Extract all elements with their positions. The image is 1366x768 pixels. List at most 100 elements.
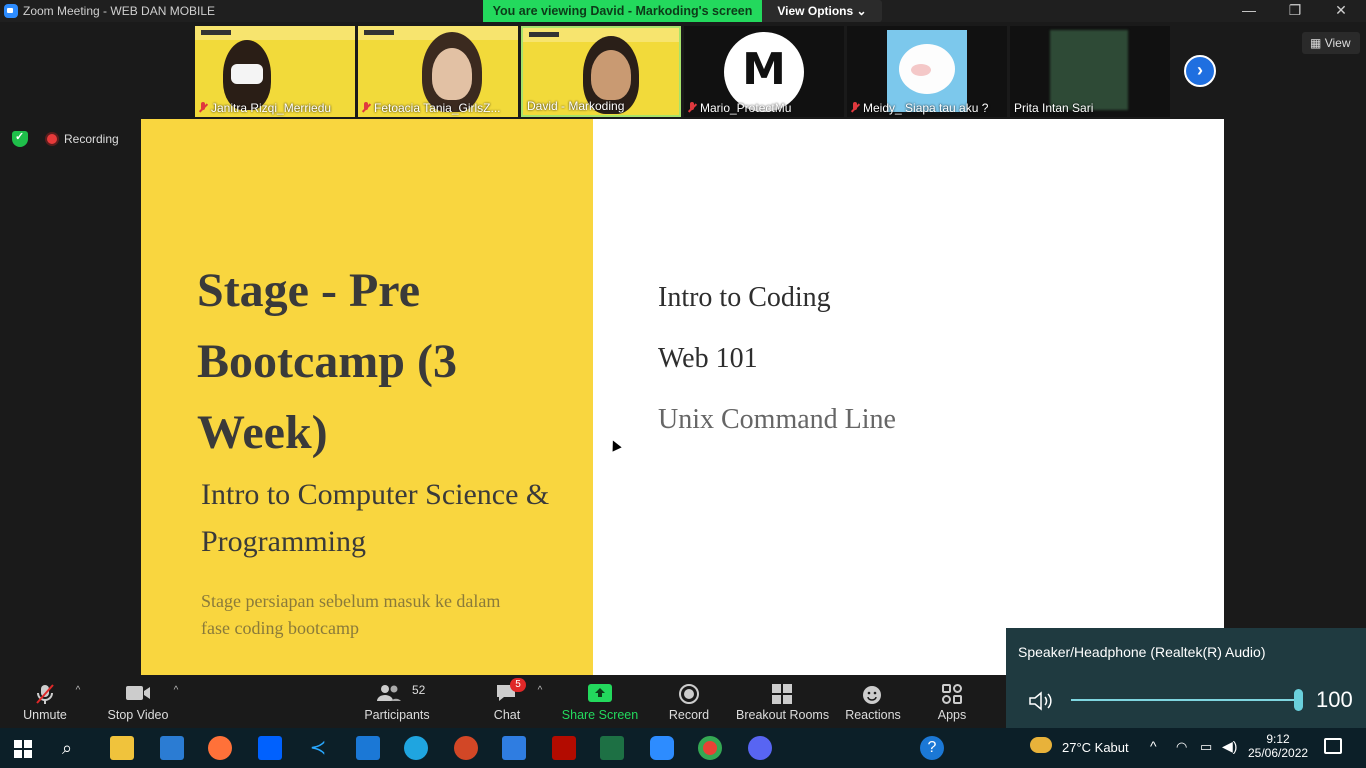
slide-left-panel: Stage - Pre Bootcamp (3 Week) Intro to C… xyxy=(141,119,593,675)
reactions-label: Reactions xyxy=(845,708,901,722)
close-icon[interactable]: ✕ xyxy=(1318,0,1364,22)
stop-video-button[interactable]: Stop Video xyxy=(100,675,176,728)
chevron-up-icon[interactable]: ^ xyxy=(1150,738,1157,754)
clock-date: 25/06/2022 xyxy=(1248,746,1309,760)
speaker-icon[interactable] xyxy=(1028,690,1056,712)
audio-device-label[interactable]: Speaker/Headphone (Realtek(R) Audio) xyxy=(1018,644,1265,660)
recording-dot-icon xyxy=(47,134,57,144)
video-banner xyxy=(195,26,355,40)
grid-icon: ▦ xyxy=(1310,36,1322,50)
participants-label: Participants xyxy=(364,708,430,722)
participant-tile[interactable]: M Mario_ProtectMu xyxy=(684,26,844,117)
edge-browser-icon[interactable] xyxy=(404,736,428,760)
mic-muted-icon xyxy=(36,684,54,704)
volume-flyout: Speaker/Headphone (Realtek(R) Audio) 100 xyxy=(1006,628,1366,728)
share-screen-button[interactable]: Share Screen xyxy=(560,675,640,728)
mouse-cursor-icon xyxy=(608,438,622,452)
participant-tile[interactable]: Janitra Rizqi_Merriedu xyxy=(195,26,355,117)
slide-topic: Web 101 xyxy=(658,343,758,374)
network-icon[interactable]: ◠ xyxy=(1176,739,1187,755)
slide-topic: Unix Command Line xyxy=(658,404,896,435)
participant-name: Prita Intan Sari xyxy=(1014,101,1094,115)
unmute-button[interactable]: Unmute xyxy=(12,675,78,728)
participants-icon xyxy=(377,685,401,701)
record-label: Record xyxy=(668,708,710,722)
mic-muted-icon xyxy=(362,102,370,113)
calendar-icon[interactable] xyxy=(502,736,526,760)
participant-tile-active-speaker[interactable]: David - Markoding xyxy=(521,26,681,117)
windows-start-icon[interactable] xyxy=(14,740,32,758)
notification-center-icon[interactable] xyxy=(1324,738,1342,754)
apps-button[interactable]: Apps xyxy=(930,675,974,728)
participant-tile[interactable]: Fetoacia Tania_GirlsZ... xyxy=(358,26,518,117)
search-icon[interactable]: ⌕ xyxy=(62,738,72,759)
participant-name: Mario_ProtectMu xyxy=(688,101,791,115)
participant-name: David - Markoding xyxy=(527,99,625,113)
participant-name: Janitra Rizqi_Merriedu xyxy=(199,101,331,115)
file-explorer-icon[interactable] xyxy=(110,736,134,760)
participant-name: Meidy_ Siapa tau aku ? xyxy=(851,101,988,115)
slide-description: Stage persiapan sebelum masuk ke dalam f… xyxy=(201,591,501,638)
battery-icon[interactable]: ▭ xyxy=(1200,739,1212,755)
chevron-down-icon: ⌄ xyxy=(856,4,867,18)
face-mask xyxy=(231,64,263,84)
view-label: View xyxy=(1324,36,1351,50)
mic-muted-icon xyxy=(851,102,859,113)
participant-tile[interactable]: Meidy_ Siapa tau aku ? xyxy=(847,26,1007,117)
chat-label: Chat xyxy=(493,708,521,722)
viewing-screen-banner: You are viewing David - Markoding's scre… xyxy=(483,0,762,22)
minimize-icon[interactable]: — xyxy=(1226,0,1272,22)
recording-label: Recording xyxy=(64,132,119,146)
participant-avatar xyxy=(1050,30,1128,110)
participants-button[interactable]: 52 Participants xyxy=(362,675,432,728)
slide-subtitle: Intro to Computer Science & Programming xyxy=(201,478,550,558)
volume-icon[interactable]: ◀) xyxy=(1222,738,1237,755)
view-button[interactable]: ▦ View xyxy=(1302,32,1360,54)
participant-name-text: Mario_ProtectMu xyxy=(700,101,792,115)
breakout-rooms-icon xyxy=(772,684,792,704)
microsoft-store-icon[interactable] xyxy=(160,736,184,760)
dropbox-icon[interactable] xyxy=(258,736,282,760)
zoom-app-icon xyxy=(4,4,18,18)
visual-studio-code-icon[interactable]: ≺ xyxy=(306,736,330,760)
participant-name: Fetoacia Tania_GirlsZ... xyxy=(362,101,501,115)
view-options-button[interactable]: View Options ⌄ xyxy=(762,0,882,22)
encryption-shield-icon[interactable] xyxy=(12,130,28,147)
reactions-button[interactable]: Reactions xyxy=(842,675,904,728)
next-page-button[interactable]: › xyxy=(1184,55,1216,87)
participant-face xyxy=(432,48,472,100)
restore-icon[interactable]: ❐ xyxy=(1272,0,1318,22)
slide-title: Stage - Pre Bootcamp (3 Week) xyxy=(197,264,457,459)
chrome-icon[interactable] xyxy=(698,736,722,760)
windows-taskbar: ⌕ ≺ ? 27°C Kabut ^ ◠ ▭ ◀) 9:12 25/06/202… xyxy=(0,728,1366,768)
participant-tile[interactable]: Prita Intan Sari xyxy=(1010,26,1170,117)
record-button[interactable]: Record xyxy=(664,675,714,728)
apps-icon xyxy=(942,684,962,704)
zoom-icon[interactable] xyxy=(650,736,674,760)
unmute-label: Unmute xyxy=(23,708,67,722)
mic-muted-icon xyxy=(688,102,696,113)
acrobat-icon[interactable] xyxy=(552,736,576,760)
apps-label: Apps xyxy=(937,708,967,722)
weather-text[interactable]: 27°C Kabut xyxy=(1062,740,1129,755)
clock[interactable]: 9:12 25/06/2022 xyxy=(1248,732,1308,760)
help-icon[interactable]: ? xyxy=(920,736,944,760)
volume-slider-track[interactable] xyxy=(1071,699,1299,701)
share-screen-icon xyxy=(588,684,612,702)
stop-video-label: Stop Video xyxy=(107,708,169,722)
discord-icon[interactable] xyxy=(748,736,772,760)
firefox-icon[interactable] xyxy=(208,736,232,760)
powerpoint-icon[interactable] xyxy=(454,736,478,760)
clock-time: 9:12 xyxy=(1266,732,1290,746)
breakout-rooms-button[interactable]: Breakout Rooms xyxy=(736,675,829,728)
chat-unread-badge: 5 xyxy=(510,678,526,692)
volume-slider-thumb[interactable] xyxy=(1294,689,1303,711)
view-options-label: View Options xyxy=(777,4,854,18)
excel-icon[interactable] xyxy=(600,736,624,760)
mail-icon[interactable] xyxy=(356,736,380,760)
participant-name-text: Janitra Rizqi_Merriedu xyxy=(211,101,332,115)
weather-cloud-icon xyxy=(1030,737,1052,753)
share-screen-label: Share Screen xyxy=(561,708,639,722)
participant-face xyxy=(591,50,631,100)
shared-screen[interactable]: Stage - Pre Bootcamp (3 Week) Intro to C… xyxy=(141,119,1224,675)
